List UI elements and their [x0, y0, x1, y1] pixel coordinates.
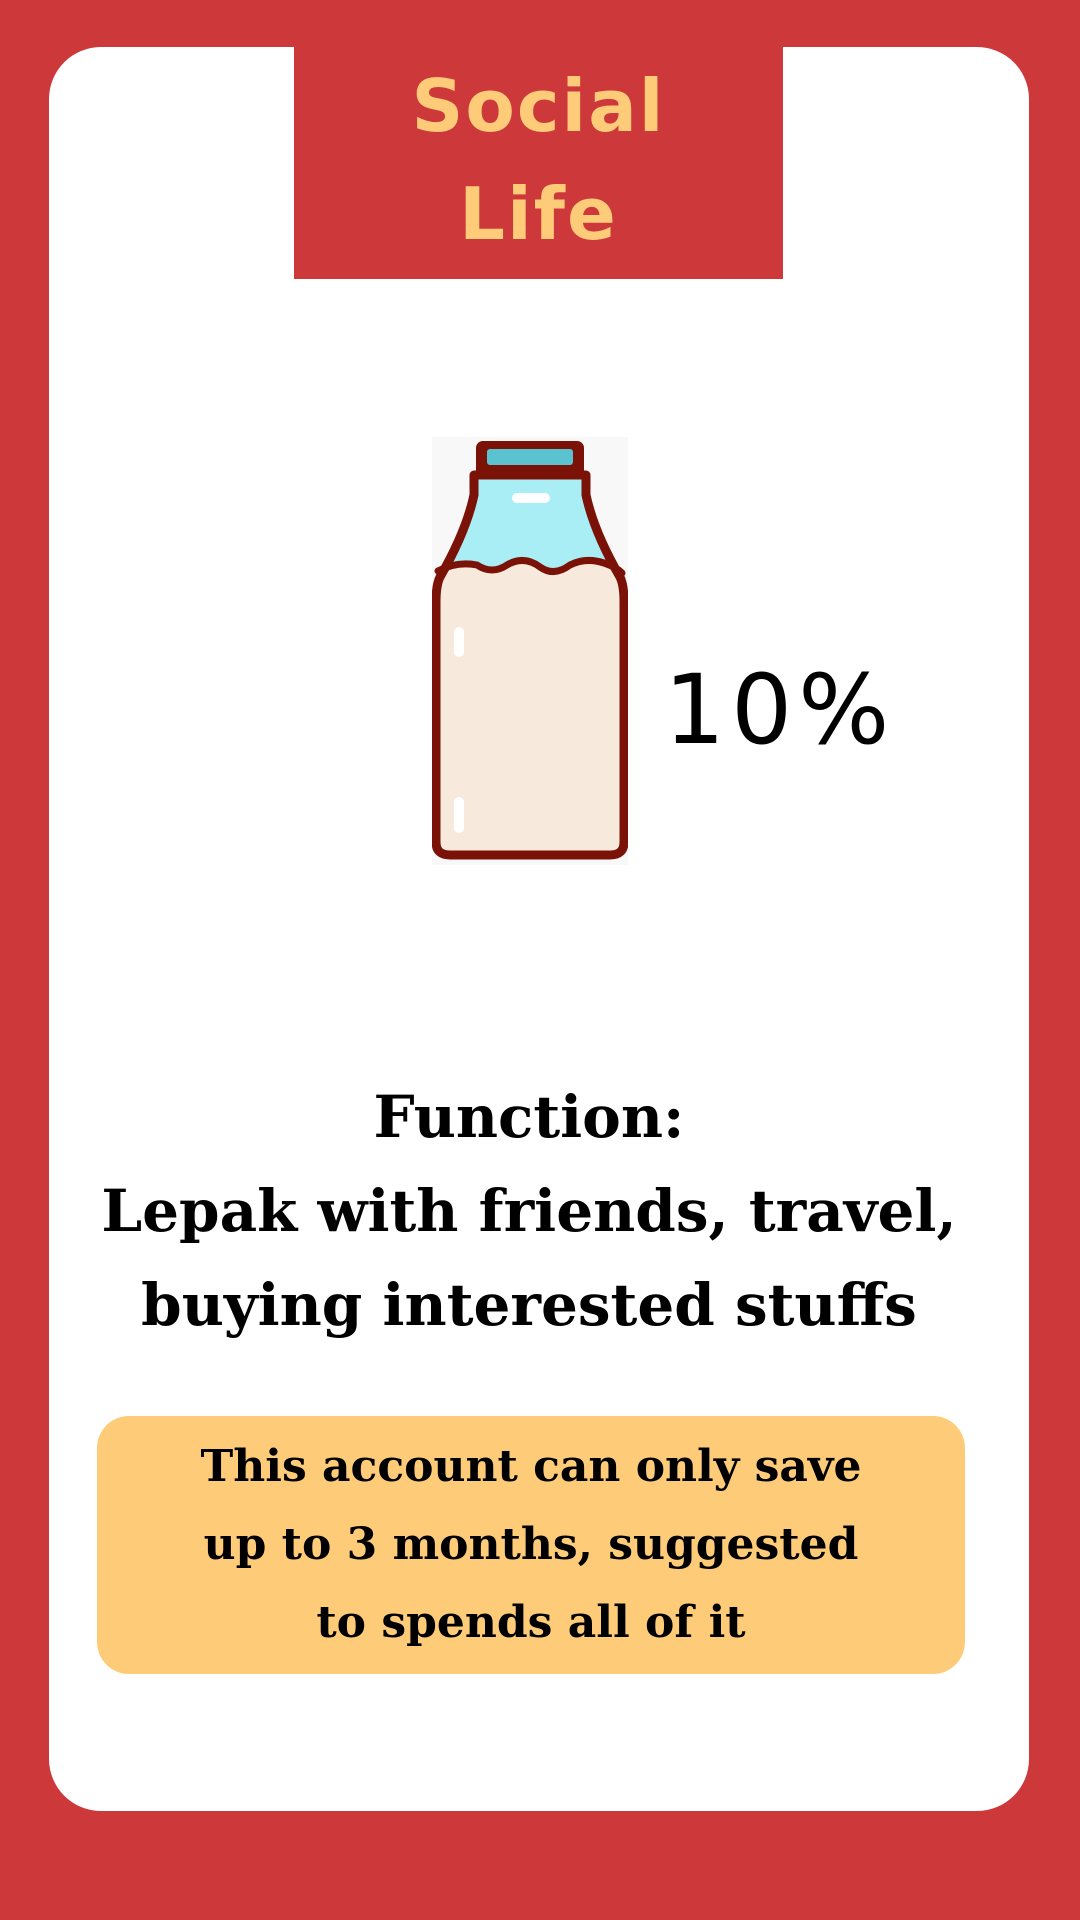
function-line-2: buying interested stuffs: [141, 1271, 917, 1339]
title-banner: Social Life: [294, 47, 783, 279]
allocation-percent: 10%: [664, 654, 896, 766]
function-heading: Function:: [373, 1083, 685, 1151]
note-text: This account can only save up to 3 month…: [200, 1441, 862, 1648]
note-box: This account can only save up to 3 month…: [97, 1416, 965, 1674]
function-description: Function: Lepak with friends, travel, bu…: [49, 1070, 1009, 1352]
milk-bottle-icon: [432, 437, 628, 865]
page-title: Social Life: [411, 64, 666, 256]
function-line-1: Lepak with friends, travel,: [101, 1177, 957, 1245]
